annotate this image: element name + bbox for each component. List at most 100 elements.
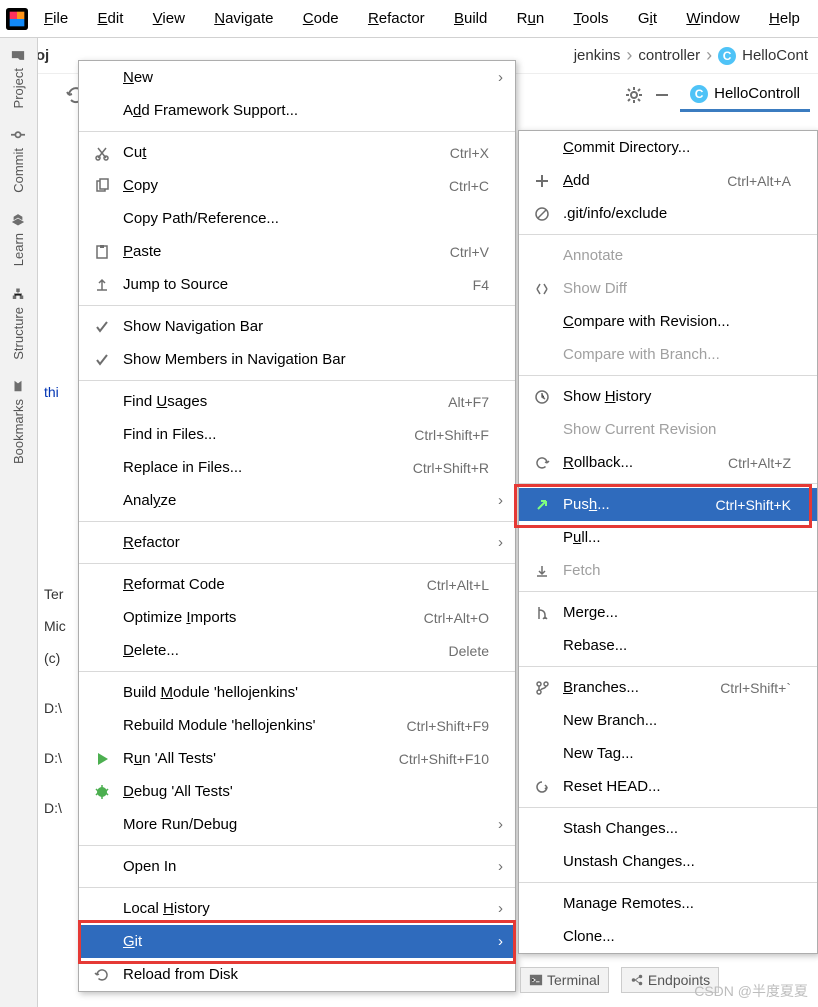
tool-tab-project[interactable]: Project <box>7 38 30 118</box>
menu-item-find-usages[interactable]: Find Usages Alt+F7 <box>79 385 515 418</box>
menu-item-refactor[interactable]: Refactor› <box>79 526 515 559</box>
rollback-icon <box>534 455 550 471</box>
tool-tab-bookmarks[interactable]: Bookmarks <box>7 369 30 474</box>
menu-item-label: Branches... <box>563 679 712 696</box>
menu-item-add-framework-support[interactable]: Add Framework Support... <box>79 94 515 127</box>
editor-tab[interactable]: C HelloControll <box>680 79 810 112</box>
menu-help[interactable]: Help <box>761 6 808 31</box>
menu-tools[interactable]: Tools <box>566 6 617 31</box>
menu-git[interactable]: Git <box>630 6 665 31</box>
menu-item-manage-remotes[interactable]: Manage Remotes... <box>519 887 817 920</box>
menu-item-debug-all-tests[interactable]: Debug 'All Tests' <box>79 775 515 808</box>
cut-icon <box>94 145 110 161</box>
check-icon <box>94 352 110 368</box>
menu-view[interactable]: View <box>145 6 193 31</box>
menu-item-label: Reset HEAD... <box>563 778 791 795</box>
menu-item-label: Delete... <box>123 642 441 659</box>
menu-build[interactable]: Build <box>446 6 495 31</box>
menu-item-rebuild-module-hellojenkins[interactable]: Rebuild Module 'hellojenkins'Ctrl+Shift+… <box>79 709 515 742</box>
menu-item-show-current-revision: Show Current Revision <box>519 413 817 446</box>
gear-icon[interactable] <box>624 85 644 105</box>
menu-edit[interactable]: Edit <box>90 6 132 31</box>
menu-item-stash-changes[interactable]: Stash Changes... <box>519 812 817 845</box>
menu-item-shortcut: Ctrl+Shift+F <box>414 427 489 443</box>
menu-item-git[interactable]: Git› <box>79 925 515 958</box>
menu-item-label: Rebuild Module 'hellojenkins' <box>123 717 399 734</box>
menu-item-more-run-debug[interactable]: More Run/Debug› <box>79 808 515 841</box>
chevron-right-icon: › <box>626 45 632 66</box>
menu-item-delete[interactable]: Delete...Delete <box>79 634 515 667</box>
tool-tab-structure[interactable]: Structure <box>7 277 30 370</box>
menu-item-commit-directory[interactable]: Commit Directory... <box>519 131 817 164</box>
diff-icon <box>534 281 550 297</box>
menubar-items: File Edit View Navigate Code Refactor Build Run… <box>36 6 812 31</box>
menu-item-label: Fetch <box>563 562 791 579</box>
menu-run[interactable]: Run <box>509 6 553 31</box>
menu-item-pull[interactable]: Pull... <box>519 521 817 554</box>
menu-item-reset-head[interactable]: Reset HEAD... <box>519 770 817 803</box>
menu-item-paste[interactable]: PasteCtrl+V <box>79 235 515 268</box>
menu-item-merge[interactable]: Merge... <box>519 596 817 629</box>
menu-item-push[interactable]: Push...Ctrl+Shift+K <box>519 488 817 521</box>
menu-item-unstash-changes[interactable]: Unstash Changes... <box>519 845 817 878</box>
menu-item-label: Refactor <box>123 534 489 551</box>
menu-item-shortcut: Alt+F7 <box>448 394 489 410</box>
menu-item-label: Optimize Imports <box>123 609 416 626</box>
tool-tab-terminal[interactable]: Terminal <box>520 967 609 993</box>
class-icon: C <box>690 85 708 103</box>
menu-item-shortcut: Ctrl+C <box>449 178 489 194</box>
menu-item-label: Rollback... <box>563 454 720 471</box>
menu-item-git-info-exclude[interactable]: .git/info/exclude <box>519 197 817 230</box>
menu-item-compare-with-revision[interactable]: Compare with Revision... <box>519 305 817 338</box>
menu-item-clone[interactable]: Clone... <box>519 920 817 953</box>
menu-code[interactable]: Code <box>295 6 347 31</box>
menu-item-label: Find in Files... <box>123 426 406 443</box>
menu-item-show-members-in-navigation-bar[interactable]: Show Members in Navigation Bar <box>79 343 515 376</box>
menu-refactor[interactable]: Refactor <box>360 6 433 31</box>
menu-item-label: New <box>123 69 489 86</box>
menu-item-show-history[interactable]: Show History <box>519 380 817 413</box>
menu-navigate[interactable]: Navigate <box>206 6 281 31</box>
menu-item-add[interactable]: AddCtrl+Alt+A <box>519 164 817 197</box>
menu-item-find-in-files[interactable]: Find in Files... Ctrl+Shift+F <box>79 418 515 451</box>
editor-tab-label: HelloControll <box>714 85 800 102</box>
menu-item-reload-from-disk[interactable]: Reload from Disk <box>79 958 515 991</box>
menu-item-label: Manage Remotes... <box>563 895 791 912</box>
menu-item-copy-path-reference[interactable]: Copy Path/Reference... <box>79 202 515 235</box>
menu-item-rebase[interactable]: Rebase... <box>519 629 817 662</box>
menu-window[interactable]: Window <box>678 6 747 31</box>
menu-item-build-module-hellojenkins[interactable]: Build Module 'hellojenkins' <box>79 676 515 709</box>
menu-item-copy[interactable]: CopyCtrl+C <box>79 169 515 202</box>
ide-logo-icon <box>6 8 28 30</box>
menu-item-run-all-tests[interactable]: Run 'All Tests'Ctrl+Shift+F10 <box>79 742 515 775</box>
menu-item-local-history[interactable]: Local History› <box>79 892 515 925</box>
structure-icon <box>12 287 26 301</box>
menu-item-new-tag[interactable]: New Tag... <box>519 737 817 770</box>
menu-item-new[interactable]: New› <box>79 61 515 94</box>
menu-item-branches[interactable]: Branches...Ctrl+Shift+` <box>519 671 817 704</box>
tool-tab-commit[interactable]: Commit <box>7 118 30 203</box>
breadcrumb-pkg[interactable]: jenkins <box>574 47 621 64</box>
minimize-icon[interactable] <box>652 85 672 105</box>
context-menu-main: New›Add Framework Support...CutCtrl+XCop… <box>78 60 516 992</box>
menu-item-reformat-code[interactable]: Reformat Code Ctrl+Alt+L <box>79 568 515 601</box>
menu-item-new-branch[interactable]: New Branch... <box>519 704 817 737</box>
menu-item-shortcut: Ctrl+Alt+L <box>427 577 489 593</box>
menu-item-label: Clone... <box>563 928 791 945</box>
menu-item-open-in[interactable]: Open In› <box>79 850 515 883</box>
breadcrumb-sub[interactable]: controller <box>638 47 700 64</box>
menu-item-cut[interactable]: CutCtrl+X <box>79 136 515 169</box>
breadcrumb-class[interactable]: HelloCont <box>742 47 808 64</box>
menu-item-replace-in-files[interactable]: Replace in Files...Ctrl+Shift+R <box>79 451 515 484</box>
menu-item-optimize-imports[interactable]: Optimize ImportsCtrl+Alt+O <box>79 601 515 634</box>
tool-tab-learn[interactable]: Learn <box>7 203 30 276</box>
menu-item-rollback[interactable]: Rollback...Ctrl+Alt+Z <box>519 446 817 479</box>
menu-item-show-navigation-bar[interactable]: Show Navigation Bar <box>79 310 515 343</box>
menu-file[interactable]: File <box>36 6 76 31</box>
menu-item-label: Reformat Code <box>123 576 419 593</box>
menu-item-shortcut: F4 <box>473 277 489 293</box>
menu-item-label: Find Usages <box>123 393 440 410</box>
menu-item-jump-to-source[interactable]: Jump to SourceF4 <box>79 268 515 301</box>
menu-item-label: Show Navigation Bar <box>123 318 489 335</box>
menu-item-analyze[interactable]: Analyze› <box>79 484 515 517</box>
